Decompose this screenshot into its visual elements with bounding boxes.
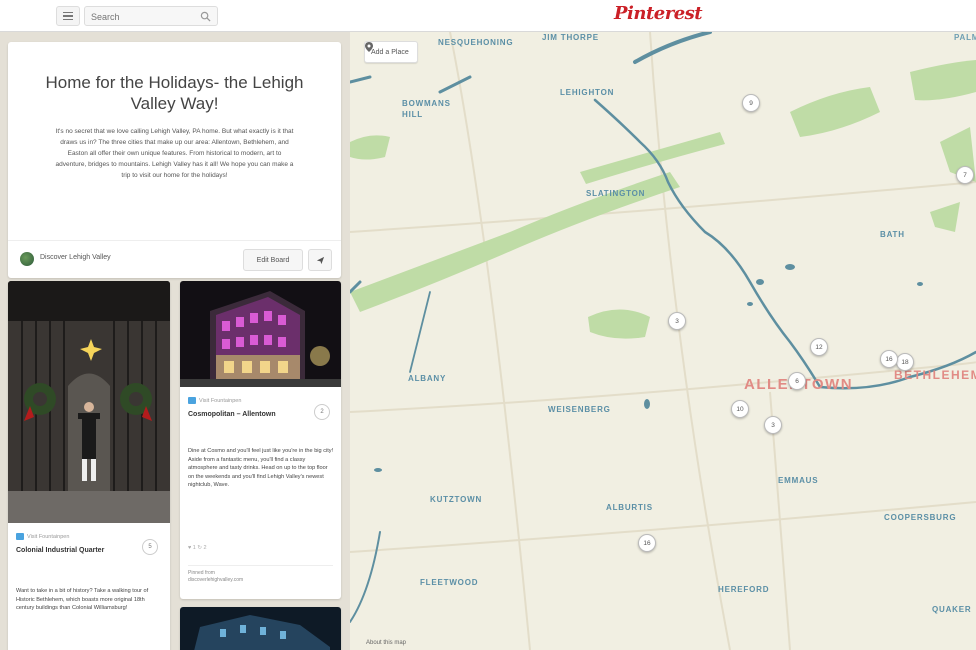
map-canvas[interactable] [350, 32, 976, 650]
pin-title[interactable]: Colonial Industrial Quarter [16, 546, 126, 555]
map-marker[interactable]: 3 [764, 416, 782, 434]
pin-card[interactable]: Visit Fountainpen Colonial Industrial Qu… [8, 281, 170, 650]
pin-source[interactable]: Visit Fountainpen [188, 397, 241, 404]
board-description: It's no secret that we love calling Lehi… [55, 128, 294, 179]
map-place-label: KUTZTOWN [430, 495, 483, 504]
map-place-label: FLEETWOOD [420, 578, 479, 587]
map-marker[interactable]: 16 [638, 534, 656, 552]
map-marker[interactable]: 6 [788, 372, 806, 390]
send-icon [316, 256, 324, 264]
pin-title[interactable]: Cosmopolitan – Allentown [188, 410, 298, 419]
pin-marker-icon [365, 42, 373, 52]
menu-button[interactable] [56, 6, 80, 26]
map-marker[interactable]: 12 [810, 338, 828, 356]
search-icon[interactable] [200, 11, 211, 22]
pin-card[interactable]: Visit Fountainpen Cosmopolitan – Allento… [180, 281, 341, 599]
pin-description: Dine at Cosmo and you'll feel just like … [188, 448, 334, 488]
repin-count[interactable]: 2 [314, 404, 330, 420]
map-place-label: EMMAUS [778, 476, 819, 485]
board-footer: Discover Lehigh Valley Edit Board [8, 240, 341, 278]
pin-image[interactable] [180, 607, 341, 650]
pin-image[interactable] [180, 281, 341, 387]
pinterest-logo[interactable]: Pinterest [614, 3, 703, 24]
source-icon [16, 533, 24, 540]
source-icon [188, 397, 196, 404]
map-place-label: BATH [880, 230, 905, 239]
map-marker[interactable]: 10 [731, 400, 749, 418]
search-input[interactable] [91, 10, 191, 24]
map-place-label: WEISENBERG [548, 405, 611, 414]
map-place-label: BOWMANS HILL [402, 99, 451, 119]
pin-image[interactable] [8, 281, 170, 523]
pin-card[interactable] [180, 607, 341, 650]
map-view[interactable]: Add a Place NESQUEHONING JIM THORPE LEHI… [350, 32, 976, 650]
board-sidebar: Home for the Holidays- the Lehigh Valley… [0, 32, 350, 650]
search-box [84, 6, 218, 26]
map-place-label: PALMERTON [954, 33, 976, 42]
share-button[interactable] [308, 249, 332, 271]
edit-board-button[interactable]: Edit Board [243, 249, 303, 271]
map-place-label: ALBANY [408, 374, 447, 383]
map-place-label: SLATINGTON [586, 189, 646, 198]
menu-icon [63, 11, 73, 14]
owner-avatar[interactable] [20, 252, 34, 266]
map-place-label: JIM THORPE [542, 33, 599, 42]
repin-count[interactable]: 5 [142, 539, 158, 555]
map-place-label: HEREFORD [718, 585, 770, 594]
map-marker[interactable]: 9 [742, 94, 760, 112]
map-place-label: ALBURTIS [606, 503, 653, 512]
map-place-label: NESQUEHONING [438, 38, 514, 47]
pin-description: Want to take in a bit of history? Take a… [16, 588, 149, 611]
map-marker[interactable]: 7 [956, 166, 974, 184]
map-place-label: COOPERSBURG [884, 513, 957, 522]
board-title: Home for the Holidays- the Lehigh Valley… [45, 73, 304, 113]
map-place-label: QUAKER [932, 605, 972, 614]
top-bar: Pinterest [0, 0, 976, 32]
map-marker[interactable]: 18 [896, 353, 914, 371]
board-info-card: Home for the Holidays- the Lehigh Valley… [8, 42, 341, 278]
pin-source[interactable]: Visit Fountainpen [16, 533, 69, 540]
about-map-link[interactable]: About this map [366, 640, 406, 646]
pin-stats: ♥ 1 ↻ 2 [188, 545, 207, 551]
map-marker[interactable]: 3 [668, 312, 686, 330]
add-place-button[interactable]: Add a Place [364, 41, 418, 63]
pin-found-from[interactable]: Pinned from discoverlehighvalley.com [188, 565, 333, 584]
map-place-label: LEHIGHTON [560, 88, 615, 97]
map-marker[interactable]: 16 [880, 350, 898, 368]
owner-name[interactable]: Discover Lehigh Valley [40, 254, 111, 261]
